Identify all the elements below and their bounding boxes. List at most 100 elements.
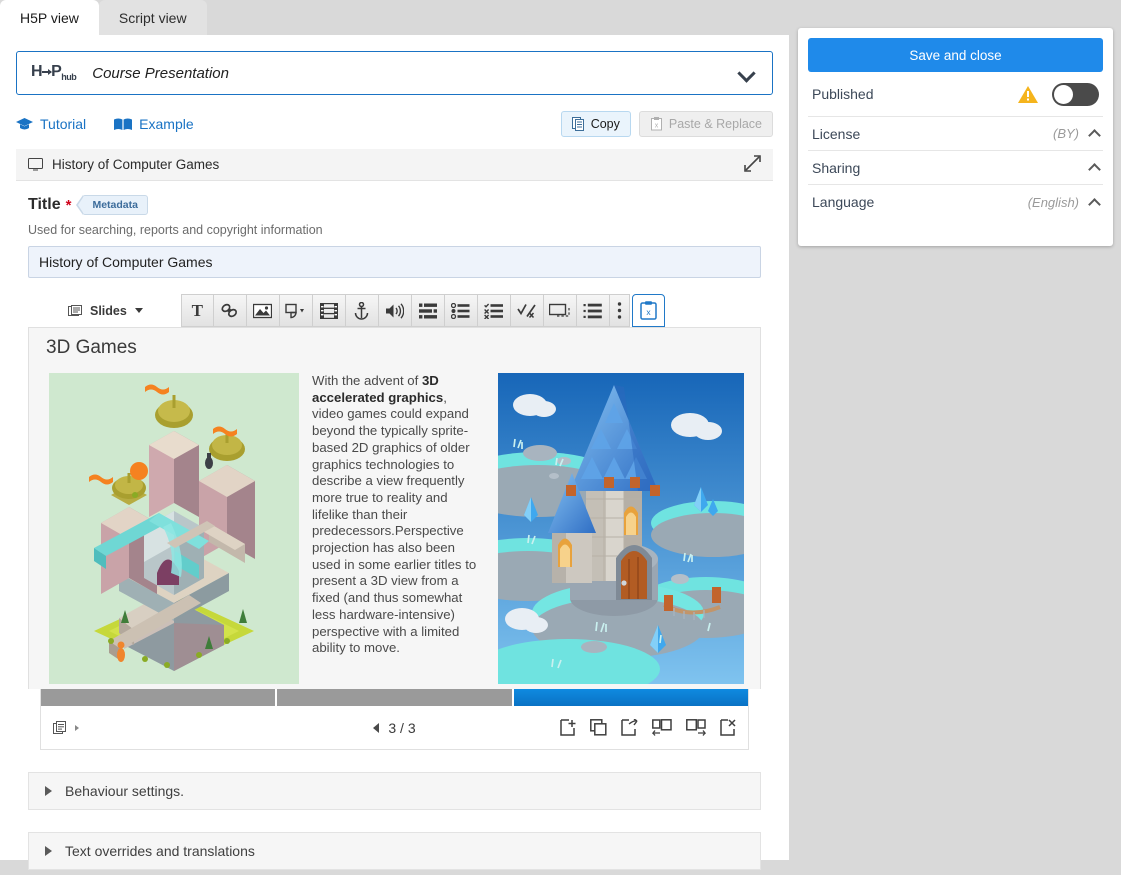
copy-slide-icon bbox=[621, 719, 638, 736]
slide-image-left[interactable] bbox=[49, 373, 299, 684]
truefalse-icon bbox=[517, 303, 536, 318]
language-row[interactable]: Language (English) bbox=[808, 185, 1103, 219]
content-title: History of Computer Games bbox=[52, 157, 220, 172]
title-section: Title * Metadata Used for searching, rep… bbox=[16, 181, 773, 278]
license-value: (BY) bbox=[1053, 126, 1079, 141]
tab-script-view-label: Script view bbox=[118, 9, 187, 26]
chevron-up-icon[interactable] bbox=[1088, 197, 1101, 211]
slide-progress-segment-active[interactable] bbox=[513, 689, 748, 706]
warning-icon[interactable] bbox=[1017, 85, 1039, 104]
more-tools-button[interactable] bbox=[609, 294, 630, 327]
copy-slide-button[interactable] bbox=[621, 719, 638, 736]
delete-slide-icon bbox=[720, 719, 736, 736]
paste-replace-button[interactable]: x Paste & Replace bbox=[638, 111, 773, 137]
move-right-icon bbox=[686, 719, 706, 736]
chevron-up-icon[interactable] bbox=[1088, 129, 1101, 142]
graduation-cap-icon bbox=[16, 117, 33, 129]
add-slide-icon bbox=[560, 719, 576, 736]
behaviour-settings-section[interactable]: Behaviour settings. bbox=[28, 772, 761, 810]
drag-drop-tool-button[interactable] bbox=[411, 294, 445, 327]
save-and-close-label: Save and close bbox=[909, 47, 1002, 63]
tab-script-view[interactable]: Script view bbox=[98, 0, 207, 35]
text-icon: T bbox=[191, 300, 203, 320]
license-label: License bbox=[812, 125, 861, 142]
fill-blanks-tool-button[interactable] bbox=[543, 294, 577, 327]
text-tool-button[interactable]: T bbox=[180, 294, 214, 327]
h5p-editor-panel: H Phub Course Presentation Tutorial Examp… bbox=[0, 35, 789, 870]
slide-progress-segment[interactable] bbox=[277, 689, 512, 706]
title-label-row: Title * Metadata bbox=[28, 195, 761, 215]
image-tool-button[interactable] bbox=[246, 294, 280, 327]
dragdrop-icon bbox=[418, 303, 437, 318]
video-tool-button[interactable] bbox=[312, 294, 346, 327]
editor-inner: H Phub Course Presentation Tutorial Examp… bbox=[0, 35, 789, 870]
slide-text-block[interactable]: With the advent of 3D accelerated graphi… bbox=[312, 373, 481, 657]
slide-canvas[interactable]: 3D Games With the advent of 3D accelerat… bbox=[28, 327, 761, 689]
film-icon bbox=[319, 302, 338, 319]
library-name: Course Presentation bbox=[92, 64, 229, 82]
link-tool-button[interactable] bbox=[213, 294, 247, 327]
title-input[interactable] bbox=[28, 246, 761, 278]
license-row[interactable]: License (BY) bbox=[808, 117, 1103, 151]
singlechoice-icon bbox=[451, 302, 470, 319]
title-label: Title bbox=[28, 196, 61, 213]
multi-choice-tool-button[interactable] bbox=[477, 294, 511, 327]
slide-actions bbox=[560, 719, 736, 736]
image-icon bbox=[253, 303, 273, 318]
slides-menu-label: Slides bbox=[90, 303, 127, 318]
tutorial-link-label: Tutorial bbox=[40, 116, 87, 132]
svg-text:x: x bbox=[646, 307, 651, 317]
isometric-architecture-illustration bbox=[49, 373, 299, 684]
prev-slide-button[interactable] bbox=[373, 722, 380, 733]
published-toggle[interactable] bbox=[1052, 82, 1099, 106]
slide-progress-segment[interactable] bbox=[41, 689, 276, 706]
example-link[interactable]: Example bbox=[114, 116, 194, 132]
audio-tool-button[interactable] bbox=[378, 294, 412, 327]
single-choice-tool-button[interactable] bbox=[444, 294, 478, 327]
speaker-icon bbox=[386, 302, 405, 319]
sharing-row[interactable]: Sharing bbox=[808, 151, 1103, 185]
language-label: Language bbox=[812, 194, 875, 210]
published-row: Published bbox=[808, 72, 1103, 117]
paste-replace-button-label: Paste & Replace bbox=[668, 117, 762, 131]
slide-progress-bar[interactable] bbox=[40, 689, 749, 706]
shape-tool-button[interactable] bbox=[279, 294, 313, 327]
clipboard-actions: Copy x Paste & Replace bbox=[560, 111, 773, 137]
text-overrides-label: Text overrides and translations bbox=[65, 843, 255, 859]
dots-vertical-icon bbox=[617, 302, 622, 319]
summary-tool-button[interactable] bbox=[576, 294, 610, 327]
fullscreen-icon[interactable] bbox=[744, 154, 761, 175]
delete-slide-button[interactable] bbox=[720, 719, 736, 736]
save-and-close-button[interactable]: Save and close bbox=[808, 38, 1103, 72]
move-slide-left-button[interactable] bbox=[652, 719, 672, 736]
clone-slide-button[interactable] bbox=[590, 719, 607, 736]
tutorial-link[interactable]: Tutorial bbox=[16, 116, 86, 132]
view-tabs: H5P view Script view bbox=[0, 0, 207, 35]
chevron-down-icon[interactable] bbox=[736, 62, 758, 84]
chevron-up-icon[interactable] bbox=[1088, 163, 1101, 176]
slide-title: 3D Games bbox=[46, 337, 137, 358]
paste-icon: x bbox=[640, 301, 657, 320]
h5p-hub-logo: H Phub bbox=[31, 63, 77, 83]
slides-panel-icon bbox=[53, 720, 66, 734]
slides-list-toggle[interactable] bbox=[53, 720, 79, 735]
text-overrides-section[interactable]: Text overrides and translations bbox=[28, 832, 761, 870]
triangle-right-icon bbox=[45, 786, 52, 796]
shape-icon bbox=[285, 303, 304, 318]
hotspot-tool-button[interactable] bbox=[345, 294, 379, 327]
copy-button-label: Copy bbox=[590, 117, 620, 131]
example-link-label: Example bbox=[139, 116, 194, 132]
slides-menu-button[interactable]: Slides bbox=[62, 294, 157, 327]
library-selector[interactable]: H Phub Course Presentation bbox=[16, 51, 773, 95]
paste-tool-button[interactable]: x bbox=[631, 294, 665, 327]
true-false-tool-button[interactable] bbox=[510, 294, 544, 327]
paste-disabled-icon: x bbox=[650, 117, 662, 131]
publish-settings-panel: Save and close Published License (BY) Sh… bbox=[798, 28, 1113, 246]
metadata-badge[interactable]: Metadata bbox=[76, 195, 148, 215]
tab-h5p-view[interactable]: H5P view bbox=[0, 0, 99, 35]
slide-image-right[interactable] bbox=[498, 373, 744, 684]
copy-button[interactable]: Copy bbox=[560, 111, 631, 137]
move-slide-right-button[interactable] bbox=[686, 719, 706, 736]
add-slide-button[interactable] bbox=[560, 719, 576, 736]
slide-text-pre: With the advent of bbox=[312, 373, 422, 388]
